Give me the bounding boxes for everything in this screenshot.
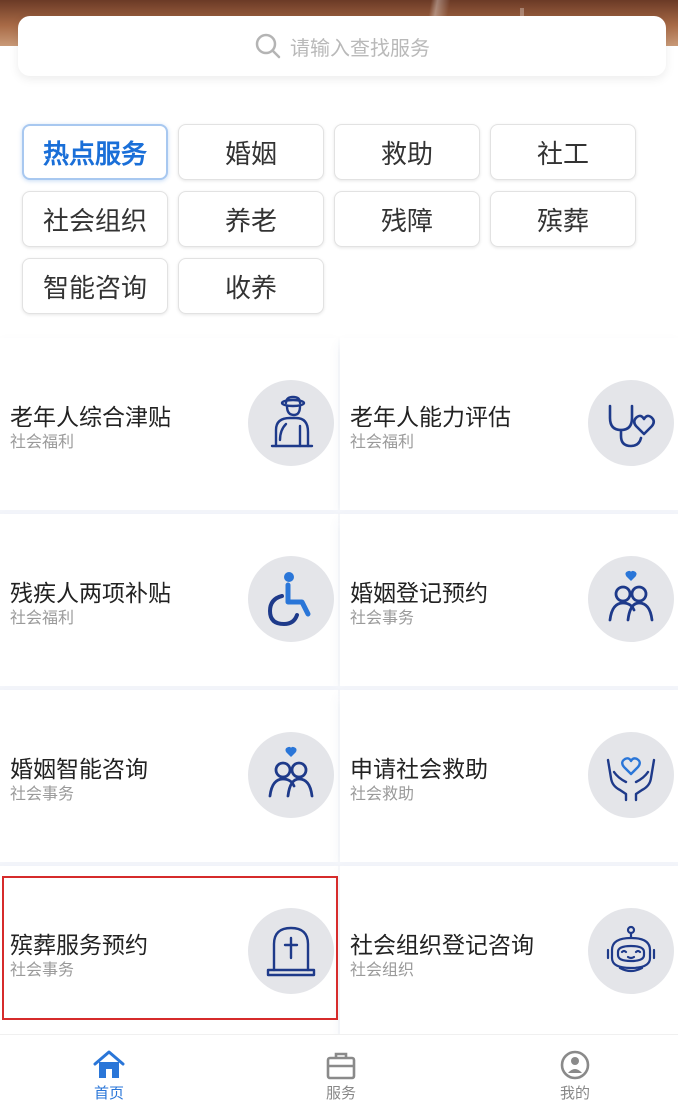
service-category: 社会福利: [10, 432, 75, 451]
stethoscope-heart-icon: [588, 380, 674, 466]
service-title: 婚姻登记预约: [350, 581, 488, 607]
service-title: 残疾人两项补贴: [10, 581, 171, 607]
hands-heart-icon: [588, 732, 674, 818]
service-category: 社会福利: [10, 608, 75, 627]
user-circle-icon: [560, 1050, 590, 1080]
nav-services[interactable]: 服务: [301, 1049, 381, 1103]
nav-mine-label: 我的: [559, 1084, 590, 1102]
service-card-social-assistance[interactable]: 申请社会救助 社会救助: [340, 690, 678, 862]
search-placeholder: 请输入查找服务: [290, 35, 430, 60]
service-category: 社会事务: [350, 608, 415, 627]
chip-marriage[interactable]: 婚姻: [178, 124, 324, 180]
service-title: 申请社会救助: [350, 757, 488, 783]
nav-home[interactable]: 首页: [69, 1049, 149, 1103]
chip-adoption[interactable]: 收养: [178, 258, 324, 314]
service-category: 社会福利: [350, 432, 415, 451]
couple-heart-icon: [248, 732, 334, 818]
service-title: 老年人综合津贴: [10, 405, 171, 431]
service-title: 社会组织登记咨询: [350, 933, 534, 959]
couple-heart-icon: [588, 556, 674, 642]
selection-highlight-box: [2, 876, 338, 1020]
service-category: 社会救助: [350, 784, 415, 803]
chip-social-work[interactable]: 社工: [490, 124, 636, 180]
service-card-elderly-assessment[interactable]: 老年人能力评估 社会福利: [340, 338, 678, 510]
chip-elderly-care[interactable]: 养老: [178, 191, 324, 247]
wheelchair-icon: [248, 556, 334, 642]
service-card-elderly-allowance[interactable]: 老年人综合津贴 社会福利: [0, 338, 338, 510]
chip-assistance[interactable]: 救助: [334, 124, 480, 180]
bottom-nav: 首页 服务 我的: [0, 1034, 678, 1106]
service-title: 老年人能力评估: [350, 405, 511, 431]
service-card-disability-subsidy[interactable]: 残疾人两项补贴 社会福利: [0, 514, 338, 686]
nav-home-label: 首页: [93, 1084, 124, 1102]
service-category: 社会事务: [10, 784, 75, 803]
service-card-marriage-registration[interactable]: 婚姻登记预约 社会事务: [340, 514, 678, 686]
robot-icon: [588, 908, 674, 994]
chip-funeral[interactable]: 殡葬: [490, 191, 636, 247]
nav-services-label: 服务: [325, 1084, 356, 1102]
chip-smart-consult[interactable]: 智能咨询: [22, 258, 168, 314]
service-card-marriage-consult[interactable]: 婚姻智能咨询 社会事务: [0, 690, 338, 862]
service-card-social-org-registration[interactable]: 社会组织登记咨询 社会组织: [340, 866, 678, 1038]
search-icon: [255, 33, 281, 59]
service-category: 社会组织: [350, 960, 415, 979]
chip-social-organization[interactable]: 社会组织: [22, 191, 168, 247]
home-icon: [93, 1050, 125, 1078]
briefcase-icon: [326, 1052, 356, 1080]
chip-disability[interactable]: 残障: [334, 191, 480, 247]
service-title: 婚姻智能咨询: [10, 757, 148, 783]
elderly-icon: [248, 380, 334, 466]
chip-hot-services[interactable]: 热点服务: [22, 124, 168, 180]
search-box[interactable]: 请输入查找服务: [18, 16, 666, 76]
nav-mine[interactable]: 我的: [535, 1049, 615, 1103]
